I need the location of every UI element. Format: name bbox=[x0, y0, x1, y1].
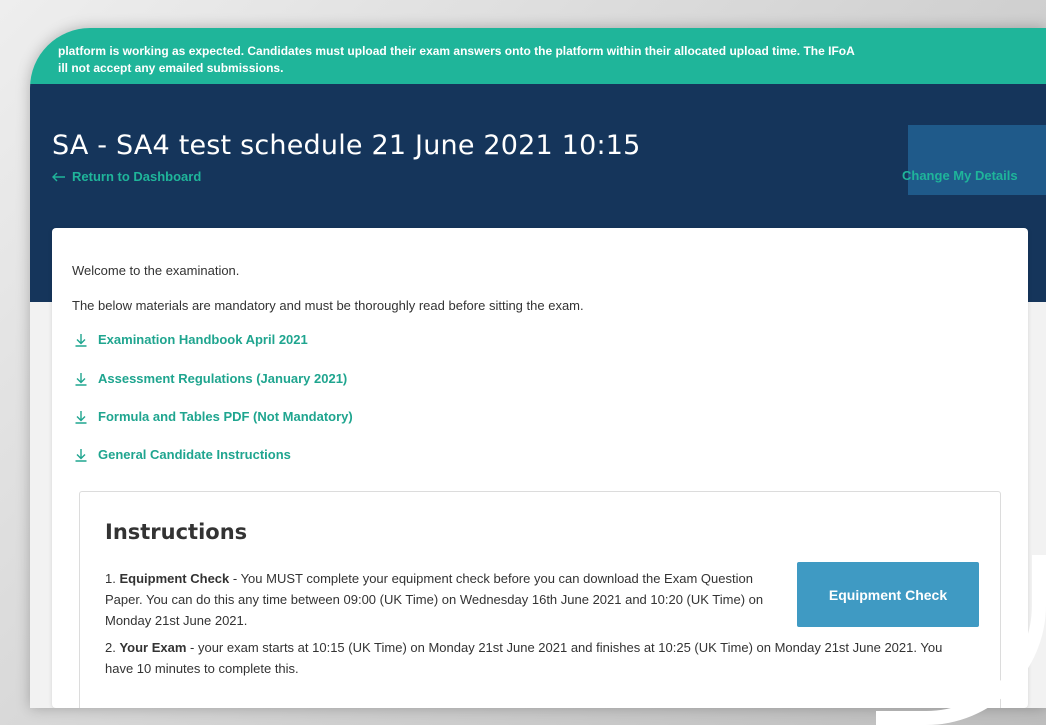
doc-link-label: Assessment Regulations (January 2021) bbox=[98, 371, 348, 386]
step-number: 1. bbox=[105, 571, 116, 586]
step-title: Equipment Check bbox=[119, 571, 230, 586]
return-link-label: Return to Dashboard bbox=[72, 169, 202, 184]
doc-link-label: General Candidate Instructions bbox=[98, 447, 291, 462]
welcome-text: Welcome to the examination. bbox=[72, 263, 240, 278]
step-title: Your Exam bbox=[119, 640, 187, 655]
download-icon bbox=[75, 372, 87, 386]
download-icon bbox=[75, 448, 87, 462]
profile-panel bbox=[908, 125, 1046, 195]
instructions-panel: Instructions 1. Equipment Check - You MU… bbox=[79, 491, 1001, 708]
notice-banner: platform is working as expected. Candida… bbox=[30, 28, 1046, 84]
doc-link-assessment-regulations[interactable]: Assessment Regulations (January 2021) bbox=[74, 371, 347, 386]
doc-link-candidate-instructions[interactable]: General Candidate Instructions bbox=[74, 447, 291, 462]
page-title: SA - SA4 test schedule 21 June 2021 10:1… bbox=[52, 130, 641, 161]
instructions-heading: Instructions bbox=[105, 520, 248, 544]
screenshot-frame: platform is working as expected. Candida… bbox=[0, 0, 1046, 725]
step-number: 2. bbox=[105, 640, 116, 655]
mandatory-text: The below materials are mandatory and mu… bbox=[72, 298, 584, 313]
doc-link-examination-handbook[interactable]: Examination Handbook April 2021 bbox=[74, 332, 308, 347]
doc-link-label: Formula and Tables PDF (Not Mandatory) bbox=[98, 409, 353, 424]
return-to-dashboard-link[interactable]: Return to Dashboard bbox=[52, 169, 201, 184]
doc-link-formula-tables[interactable]: Formula and Tables PDF (Not Mandatory) bbox=[74, 409, 353, 424]
browser-viewport: platform is working as expected. Candida… bbox=[30, 28, 1046, 708]
notice-line-1: platform is working as expected. Candida… bbox=[58, 44, 855, 58]
notice-line-2: ill not accept any emailed submissions. bbox=[58, 61, 284, 75]
equipment-check-button[interactable]: Equipment Check bbox=[797, 562, 979, 627]
download-icon bbox=[75, 410, 87, 424]
step-text: - your exam starts at 10:15 (UK Time) on… bbox=[105, 640, 943, 676]
arrow-left-icon bbox=[52, 172, 65, 181]
doc-link-label: Examination Handbook April 2021 bbox=[98, 332, 308, 347]
download-icon bbox=[75, 333, 87, 347]
exam-card: Welcome to the examination. The below ma… bbox=[52, 228, 1028, 708]
step-equipment-check: 1. Equipment Check - You MUST complete y… bbox=[105, 568, 785, 631]
step-your-exam: 2. Your Exam - your exam starts at 10:15… bbox=[105, 637, 965, 679]
change-my-details-link[interactable]: Change My Details bbox=[902, 168, 1018, 183]
